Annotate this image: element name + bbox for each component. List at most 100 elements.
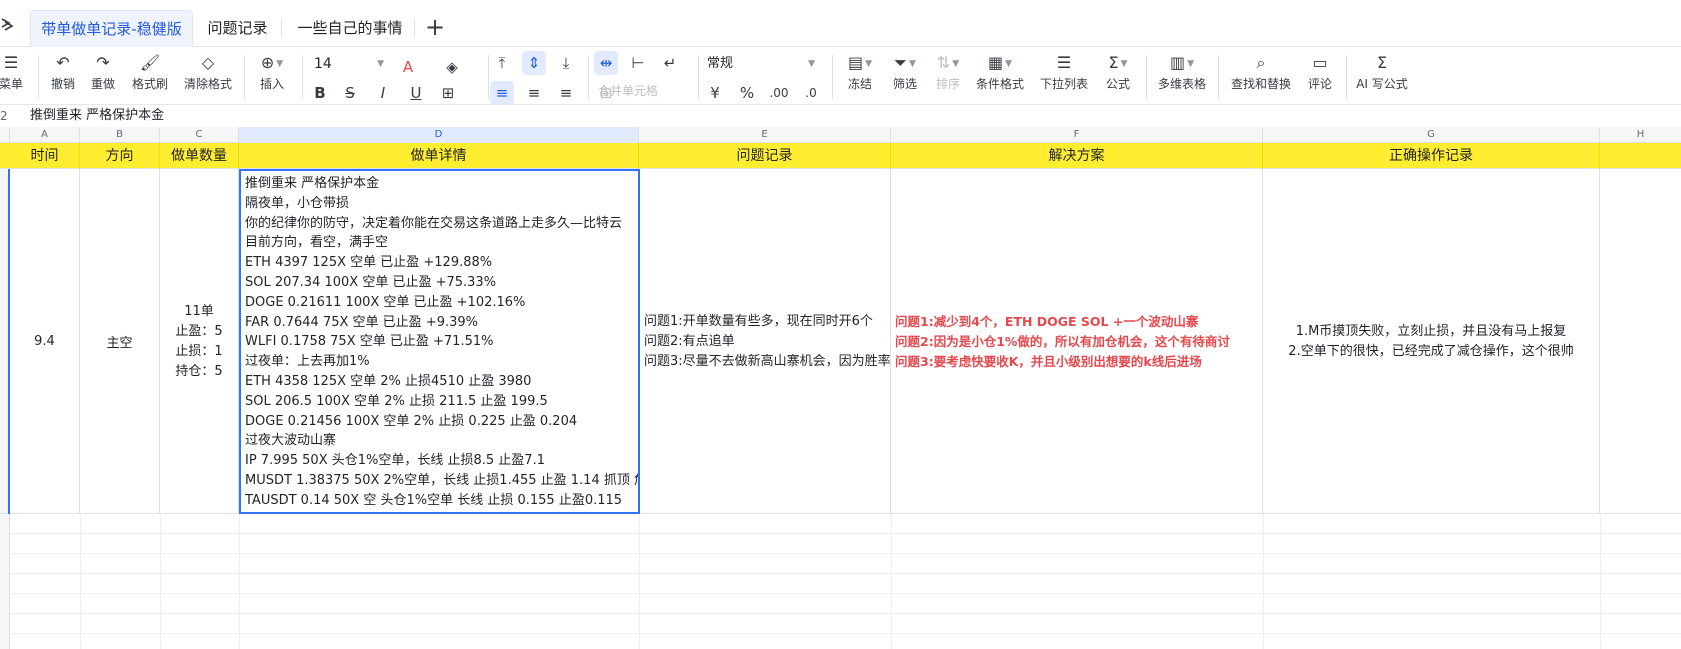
toolbar-divider <box>38 55 39 99</box>
row-selection-indicator <box>8 169 10 514</box>
font-color-button[interactable]: A <box>396 55 420 79</box>
toolbar-divider <box>832 55 833 99</box>
cell-order-count[interactable]: 11单 止盈：5 止损：1 持仓：5 <box>160 169 239 514</box>
decrease-decimal-button[interactable]: .0 <box>799 81 823 105</box>
align-center-button[interactable]: ≡ <box>522 81 546 105</box>
header-empty-h[interactable] <box>1600 143 1681 169</box>
align-left-button[interactable]: ≡ <box>490 81 514 105</box>
toolbar-divider <box>1218 55 1219 99</box>
header-time[interactable]: 时间 <box>10 143 80 169</box>
undo-icon: ↶ <box>56 53 70 72</box>
increase-decimal-icon: .00 <box>769 86 789 100</box>
header-correct-ops[interactable]: 正确操作记录 <box>1263 143 1600 169</box>
header-problem-record[interactable]: 问题记录 <box>639 143 891 169</box>
header-order-detail[interactable]: 做单详情 <box>239 143 639 169</box>
increase-decimal-button[interactable]: .00 <box>767 81 791 105</box>
text-wrap-button[interactable]: ↵ <box>658 51 682 75</box>
header-direction[interactable]: 方向 <box>80 143 160 169</box>
empty-row[interactable] <box>10 574 1681 594</box>
sort-button[interactable]: ⇅ ▼ 排序 <box>930 51 966 103</box>
formula-input[interactable]: 推倒重来 严格保护本金 <box>30 105 164 127</box>
toolbar: ☰ 菜单 ↶ 撤销 ↷ 重做 🖌 格式刷 ◇ 清除格式 ⊕ ▼ 插入 14 ▼ A… <box>0 47 1681 105</box>
freeze-icon: ▤ ▼ <box>847 53 873 72</box>
chevron-down-icon: ▼ <box>808 59 815 69</box>
empty-row[interactable] <box>10 554 1681 574</box>
formula-button[interactable]: Σ ▼ 公式 <box>1100 51 1136 103</box>
filter-icon: ⏷ ▼ <box>894 53 916 72</box>
cell-direction[interactable]: 主空 <box>80 169 160 514</box>
cell-reference[interactable]: 2 <box>0 105 20 127</box>
text-clip-button[interactable]: ⊢ <box>626 51 650 75</box>
toolbar-divider <box>1146 55 1147 99</box>
tab-sheet-2[interactable]: 问题记录 <box>200 10 275 47</box>
fill-color-button[interactable]: ◈ <box>440 55 464 79</box>
tab-sheet-1[interactable]: 带单做单记录-稳健版 <box>30 10 193 47</box>
select-all-corner[interactable] <box>0 127 10 143</box>
column-header-a[interactable]: A <box>10 127 80 143</box>
column-header-d[interactable]: D <box>239 127 639 143</box>
align-right-icon: ≡ <box>559 84 573 102</box>
dropdown-list-button[interactable]: ☰ 下拉列表 <box>1036 51 1092 103</box>
conditional-format-button[interactable]: ▦ ▼ 条件格式 <box>972 51 1028 103</box>
cell-solution[interactable]: 问题1:减少到4个，ETH DOGE SOL +一个波动山寨 问题2:因为是小仓… <box>891 169 1263 514</box>
underline-button[interactable]: U <box>404 81 428 105</box>
column-header-h[interactable]: H <box>1600 127 1681 143</box>
cell-time[interactable]: 9.4 <box>10 169 80 514</box>
percent-button[interactable]: % <box>735 81 759 105</box>
tab-divider <box>281 19 282 37</box>
insert-button[interactable]: ⊕ ▼ 插入 <box>252 51 292 103</box>
column-header-c[interactable]: C <box>160 127 239 143</box>
format-painter-button[interactable]: 🖌 格式刷 <box>128 51 172 103</box>
ai-formula-button[interactable]: Σ AI 写公式 <box>1350 51 1414 103</box>
grid-line <box>80 514 81 649</box>
empty-row[interactable] <box>10 534 1681 554</box>
cell-empty-h[interactable] <box>1600 169 1681 514</box>
menu-button[interactable]: ☰ 菜单 <box>0 51 26 103</box>
italic-button[interactable]: I <box>371 81 395 105</box>
freeze-button[interactable]: ▤ ▼ 冻结 <box>840 51 880 103</box>
text-overflow-button[interactable]: ⇹ <box>594 51 618 75</box>
align-top-button[interactable]: ⤒ <box>490 51 514 75</box>
toolbar-divider <box>1346 55 1347 99</box>
header-order-count[interactable]: 做单数量 <box>160 143 239 169</box>
comment-icon: ▭ <box>1312 53 1328 72</box>
multi-table-button[interactable]: ▥ ▼ 多维表格 <box>1154 51 1210 103</box>
tab-divider <box>414 19 415 37</box>
column-header-g[interactable]: G <box>1263 127 1600 143</box>
strikethrough-button[interactable]: S <box>338 81 362 105</box>
redo-button[interactable]: ↷ 重做 <box>86 51 120 103</box>
filter-button[interactable]: ⏷ ▼ 筛选 <box>885 51 925 103</box>
border-button[interactable]: ⊞ <box>436 81 460 105</box>
align-center-icon: ≡ <box>527 84 541 102</box>
find-replace-button[interactable]: ⌕ 查找和替换 <box>1226 51 1296 103</box>
align-bottom-button[interactable]: ⤓ <box>554 51 578 75</box>
font-size-select[interactable]: 14 ▼ <box>314 53 384 75</box>
undo-button[interactable]: ↶ 撤销 <box>46 51 80 103</box>
wrap-icon: ↵ <box>663 54 677 72</box>
add-sheet-button[interactable]: + <box>425 14 445 40</box>
format-painter-icon: 🖌 <box>139 53 161 72</box>
column-header-f[interactable]: F <box>891 127 1263 143</box>
comment-button[interactable]: ▭ 评论 <box>1302 51 1338 103</box>
underline-icon: U <box>410 84 422 102</box>
column-header-e[interactable]: E <box>639 127 891 143</box>
number-format-select[interactable]: 常规 ▼ <box>707 53 815 75</box>
cell-order-detail-selected[interactable]: 推倒重来 严格保护本金 隔夜单，小仓带损 你的纪律你的防守，决定着你能在交易这条… <box>239 169 640 514</box>
empty-row[interactable] <box>10 594 1681 614</box>
toolbar-divider <box>698 55 699 99</box>
bold-button[interactable]: B <box>308 81 332 105</box>
column-header-b[interactable]: B <box>80 127 160 143</box>
find-replace-icon: ⌕ <box>1256 53 1266 72</box>
cell-problem-record[interactable]: 问题1:开单数量有些多，现在同时开6个 问题2:有点追单 问题3:尽量不去做新高… <box>640 169 891 514</box>
align-middle-button[interactable]: ⇕ <box>522 51 546 75</box>
align-right-button[interactable]: ≡ <box>554 81 578 105</box>
align-middle-icon: ⇕ <box>527 54 541 72</box>
sheet-list-icon[interactable] <box>0 16 14 32</box>
currency-button[interactable]: ¥ <box>703 81 727 105</box>
clear-format-button[interactable]: ◇ 清除格式 <box>180 51 236 103</box>
empty-row[interactable] <box>10 614 1681 634</box>
header-solution[interactable]: 解决方案 <box>891 143 1263 169</box>
empty-row[interactable] <box>10 514 1681 534</box>
cell-correct-ops[interactable]: 1.M币摸顶失败，立刻止损，并且没有马上报复 2.空单下的很快，已经完成了减仓操… <box>1263 169 1600 514</box>
tab-sheet-3[interactable]: 一些自己的事情 <box>290 10 410 47</box>
